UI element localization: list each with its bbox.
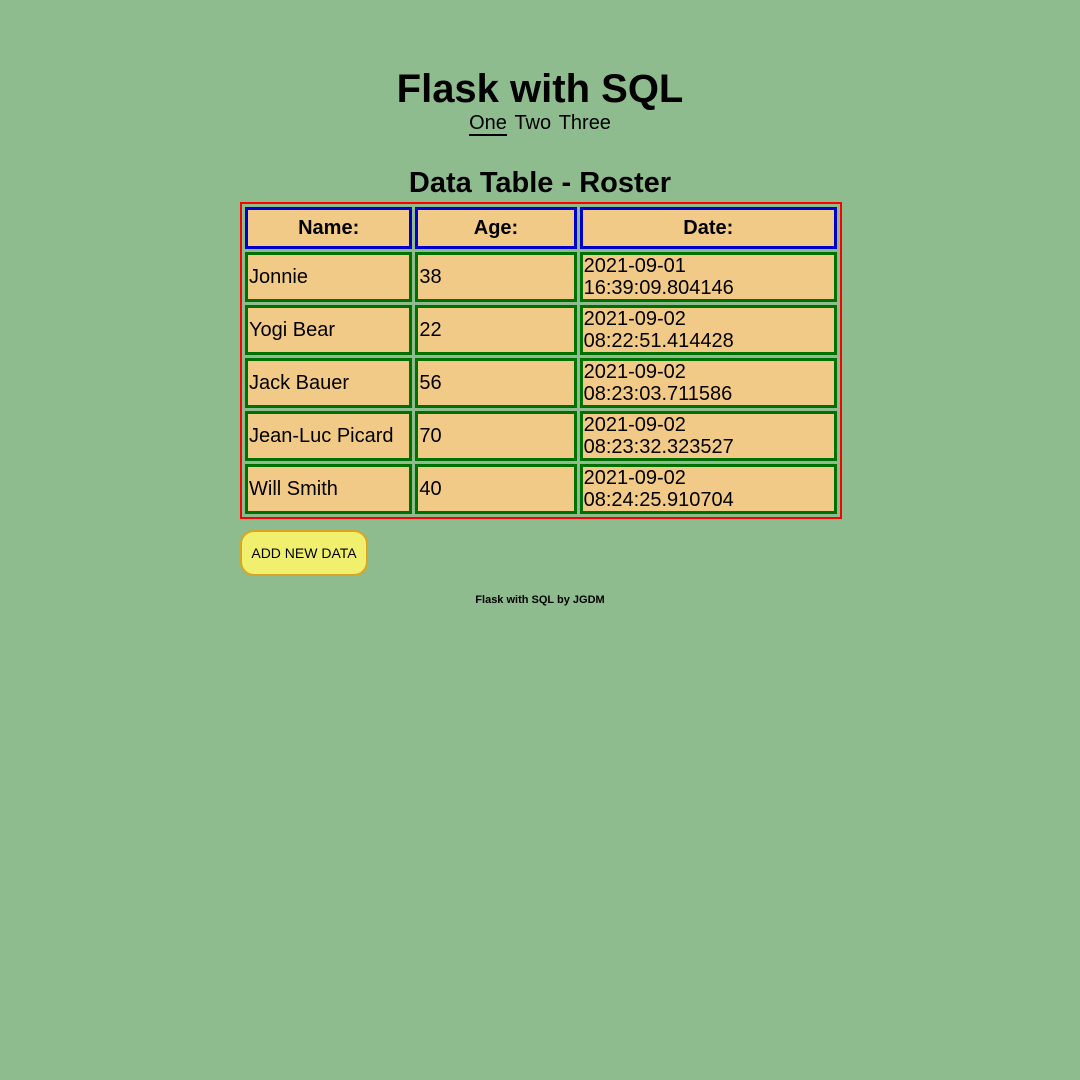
cell-date-time: 16:39:09.804146 xyxy=(583,277,734,299)
cell-date-time: 08:22:51.414428 xyxy=(583,330,734,352)
cell-date: 2021-09-02 08:24:25.910704 xyxy=(579,464,837,514)
cell-date: 2021-09-01 16:39:09.804146 xyxy=(579,252,837,302)
cell-date: 2021-09-02 08:23:32.323527 xyxy=(579,411,837,461)
cell-age: 56 xyxy=(415,358,577,408)
nav-link-three[interactable]: Three xyxy=(559,112,611,134)
cell-age: 38 xyxy=(415,252,577,302)
column-header-name: Name: xyxy=(245,207,413,249)
add-new-data-button[interactable]: ADD NEW DATA xyxy=(240,530,368,576)
cell-date-day: 2021-09-02 xyxy=(583,361,686,383)
cell-date: 2021-09-02 08:23:03.711586 xyxy=(579,358,837,408)
cell-date: 2021-09-02 08:22:51.414428 xyxy=(579,305,837,355)
cell-name: Jonnie xyxy=(245,252,413,302)
nav-link-one[interactable]: One xyxy=(469,112,507,136)
cell-age: 40 xyxy=(415,464,577,514)
cell-date-time: 08:23:03.711586 xyxy=(583,383,733,405)
cell-date-day: 2021-09-02 xyxy=(583,414,686,436)
cell-age: 70 xyxy=(415,411,577,461)
cell-date-day: 2021-09-01 xyxy=(583,255,686,277)
table-row: Jonnie 38 2021-09-01 16:39:09.804146 xyxy=(245,252,837,302)
cell-date-time: 08:24:25.910704 xyxy=(583,489,734,511)
column-header-date: Date: xyxy=(579,207,837,249)
roster-table: Name: Age: Date: Jonnie 38 2021-09-01 16:… xyxy=(240,202,842,519)
column-header-age: Age: xyxy=(415,207,577,249)
site-title: Flask with SQL xyxy=(396,67,684,111)
page: Flask with SQL One Two Three Data Table … xyxy=(0,0,1080,1080)
cell-age: 22 xyxy=(415,305,577,355)
cell-date-day: 2021-09-02 xyxy=(583,308,686,330)
cell-name: Jean-Luc Picard xyxy=(245,411,413,461)
table-row: Yogi Bear 22 2021-09-02 08:22:51.414428 xyxy=(245,305,837,355)
footer-text: Flask with SQL by JGDM xyxy=(475,594,605,606)
cell-name: Jack Bauer xyxy=(245,358,413,408)
nav-menu: One Two Three xyxy=(0,111,1080,136)
table-row: Jack Bauer 56 2021-09-02 08:23:03.711586 xyxy=(245,358,837,408)
table-row: Will Smith 40 2021-09-02 08:24:25.910704 xyxy=(245,464,837,514)
cell-date-day: 2021-09-02 xyxy=(583,467,686,489)
nav-link-two[interactable]: Two xyxy=(514,112,551,134)
table-header-row: Name: Age: Date: xyxy=(245,207,837,249)
cell-name: Yogi Bear xyxy=(245,305,413,355)
cell-date-time: 08:23:32.323527 xyxy=(583,436,734,458)
table-title: Data Table - Roster xyxy=(408,167,672,199)
cell-name: Will Smith xyxy=(245,464,413,514)
table-row: Jean-Luc Picard 70 2021-09-02 08:23:32.32… xyxy=(245,411,837,461)
